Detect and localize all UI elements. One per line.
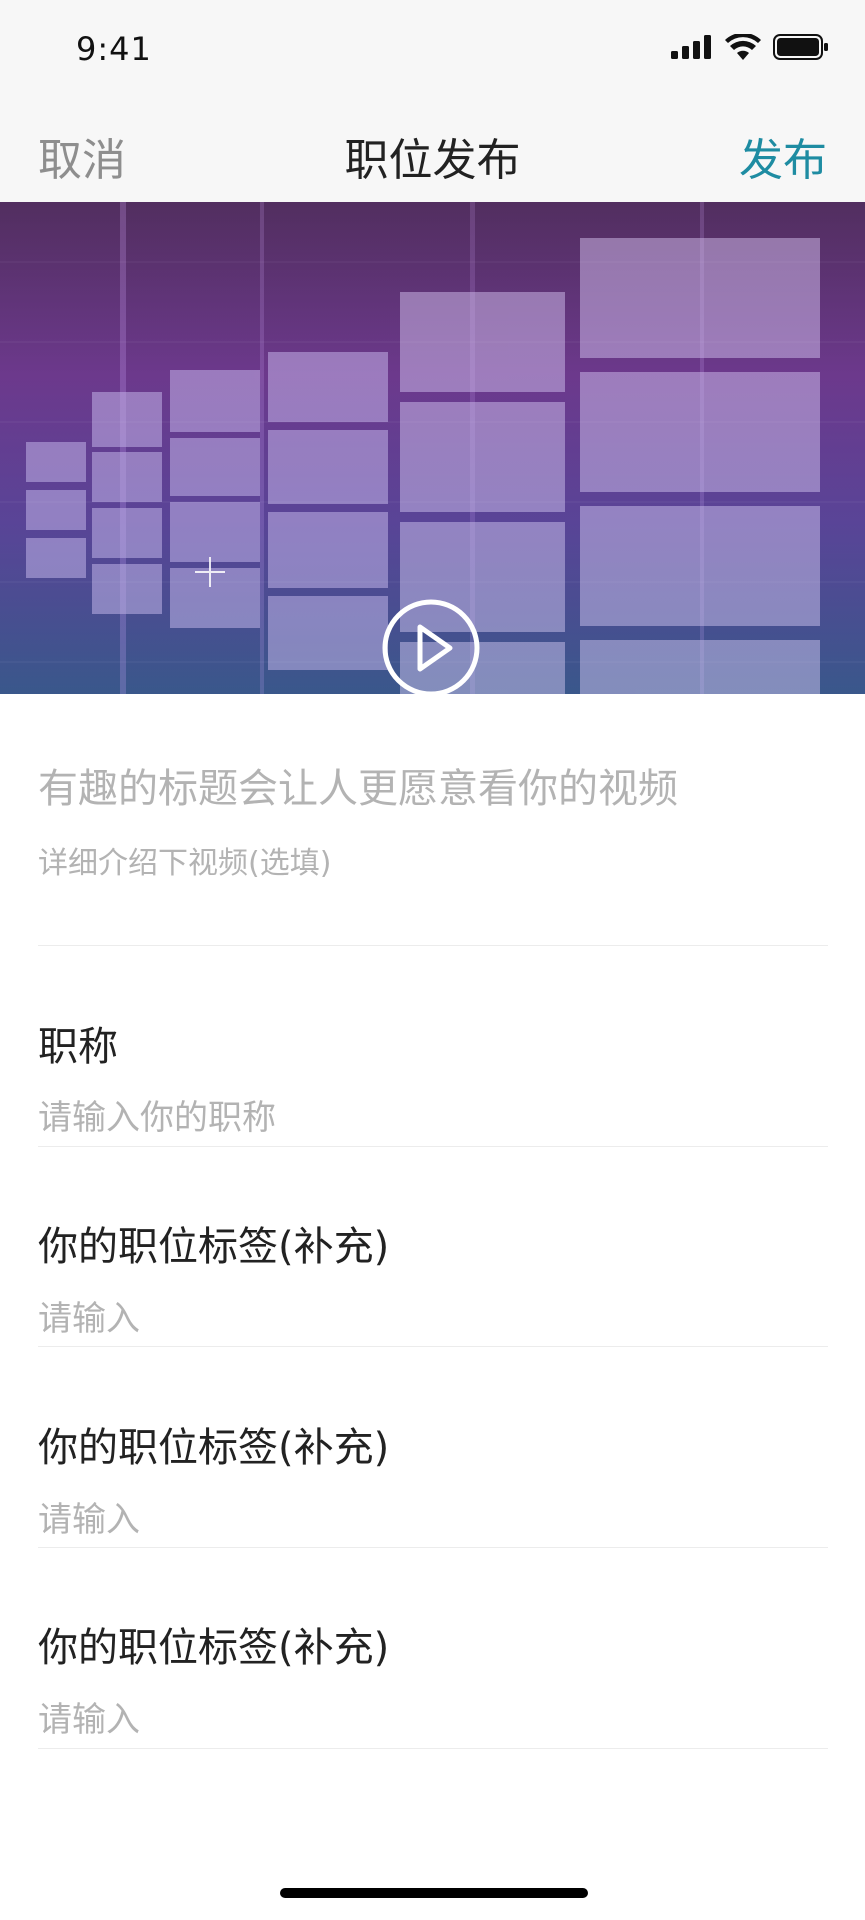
position-tag-input-2[interactable]: 请输入 xyxy=(38,1492,140,1541)
status-time: 9:41 xyxy=(76,30,152,68)
status-icons xyxy=(671,34,829,60)
position-tag-input-3[interactable]: 请输入 xyxy=(38,1692,140,1741)
divider xyxy=(38,1146,828,1147)
wifi-icon xyxy=(725,34,761,60)
field-label-position-tag-1: 你的职位标签(补充) xyxy=(38,1224,390,1270)
header: 9:41 取消 职位发布 发布 xyxy=(0,0,865,202)
divider xyxy=(38,1547,828,1548)
cancel-button[interactable]: 取消 xyxy=(38,124,126,188)
publish-button[interactable]: 发布 xyxy=(739,124,827,188)
page-title: 职位发布 xyxy=(344,135,521,186)
field-label-position-tag-2: 你的职位标签(补充) xyxy=(38,1425,390,1471)
divider xyxy=(38,945,828,946)
field-label-position-tag-3: 你的职位标签(补充) xyxy=(38,1625,390,1671)
video-title-input[interactable]: 有趣的标题会让人更愿意看你的视频 xyxy=(38,756,678,814)
job-title-input[interactable]: 请输入你的职称 xyxy=(38,1090,276,1139)
divider xyxy=(38,1748,828,1749)
play-icon[interactable] xyxy=(382,599,480,694)
signal-icon xyxy=(671,35,711,59)
video-thumbnail[interactable] xyxy=(0,202,865,694)
battery-icon xyxy=(773,34,828,60)
position-tag-input-1[interactable]: 请输入 xyxy=(38,1291,140,1340)
divider xyxy=(38,1346,828,1347)
home-indicator xyxy=(280,1888,588,1898)
video-description-input[interactable]: 详细介绍下视频(选填) xyxy=(38,838,331,882)
field-label-job-title: 职称 xyxy=(38,1024,118,1070)
